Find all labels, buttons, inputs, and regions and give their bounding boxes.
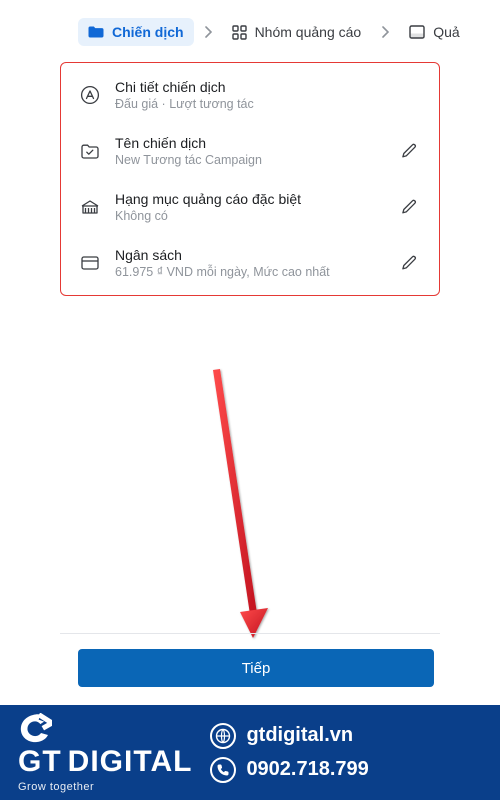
brand-phone: 0902.718.799 [246, 758, 368, 781]
breadcrumb-item-ad[interactable]: Quả [399, 18, 469, 46]
brand-tagline: Grow together [18, 781, 94, 793]
brand-website: gtdigital.vn [246, 724, 353, 747]
target-a-icon [79, 85, 101, 105]
brand-phone-line: 0902.718.799 [210, 757, 368, 783]
row-title: Tên chiến dịch [115, 135, 383, 151]
row-subtitle: Đấu giá · Lượt tương tác [115, 97, 383, 111]
building-icon [79, 198, 101, 216]
globe-icon [210, 723, 236, 749]
brand-name-secondary: DIGITAL [68, 745, 193, 779]
row-campaign-details[interactable]: Chi tiết chiến dịch Đấu giá · Lượt tương… [61, 67, 439, 123]
folder-icon [88, 25, 104, 39]
edit-icon[interactable] [397, 198, 421, 216]
brand-website-line: gtdigital.vn [210, 723, 368, 749]
edit-icon[interactable] [397, 142, 421, 160]
chevron-right-icon [381, 26, 389, 38]
row-budget[interactable]: Ngân sách 61.975 ₫ VND mỗi ngày, Mức cao… [61, 235, 439, 291]
breadcrumb-label: Chiến dịch [112, 24, 184, 40]
row-subtitle: Không có [115, 209, 383, 223]
campaign-details-panel: Chi tiết chiến dịch Đấu giá · Lượt tương… [60, 62, 440, 296]
breadcrumb: Chiến dịch Nhóm quảng cáo Quả [0, 0, 500, 56]
row-subtitle: 61.975 ₫ VND mỗi ngày, Mức cao nhất [115, 265, 383, 279]
brand-logo-mark [18, 713, 52, 743]
breadcrumb-label: Quả [433, 24, 459, 40]
footer-divider [60, 633, 440, 634]
brand-name-primary: GT [18, 745, 62, 779]
brand-footer: GT DIGITAL Grow together gtdigital.vn 09… [0, 705, 500, 800]
row-subtitle: New Tương tác Campaign [115, 153, 383, 167]
credit-card-icon [79, 255, 101, 271]
edit-icon[interactable] [397, 254, 421, 272]
folder-check-icon [79, 142, 101, 160]
breadcrumb-item-adset[interactable]: Nhóm quảng cáo [222, 18, 372, 46]
row-title: Hạng mục quảng cáo đặc biệt [115, 191, 383, 207]
image-frame-icon [409, 25, 425, 39]
grid-icon [232, 25, 247, 40]
next-button[interactable]: Tiếp [78, 649, 434, 687]
phone-icon [210, 757, 236, 783]
row-campaign-name[interactable]: Tên chiến dịch New Tương tác Campaign [61, 123, 439, 179]
row-title: Ngân sách [115, 247, 383, 263]
row-title: Chi tiết chiến dịch [115, 79, 383, 95]
breadcrumb-item-campaign[interactable]: Chiến dịch [78, 18, 194, 46]
chevron-right-icon [204, 26, 212, 38]
brand-logo-block: GT DIGITAL Grow together [18, 713, 192, 793]
row-special-category[interactable]: Hạng mục quảng cáo đặc biệt Không có [61, 179, 439, 235]
breadcrumb-label: Nhóm quảng cáo [255, 24, 362, 40]
